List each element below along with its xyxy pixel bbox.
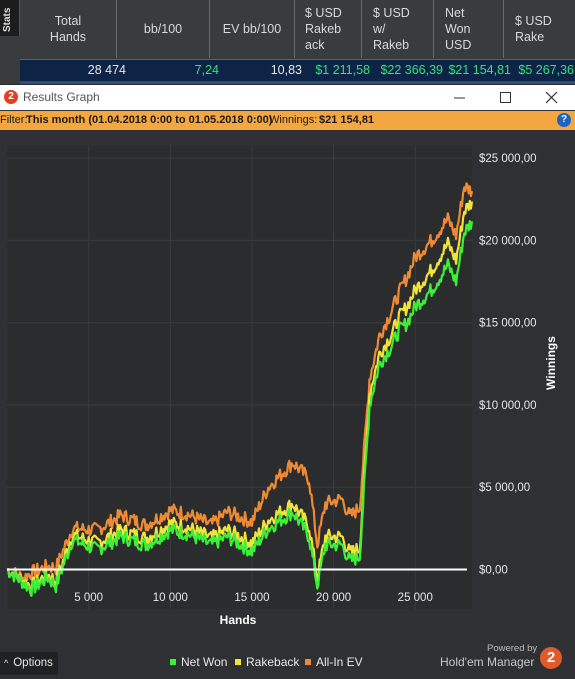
stats-summary-row[interactable]: 28 474 7,24 10,83 $1 211,58 $22 366,39 $… <box>20 59 575 82</box>
y-tick-label: $0,00 <box>479 565 508 577</box>
legend-label: All-In EV <box>316 655 363 669</box>
legend-label: Net Won <box>181 655 228 669</box>
column-header-usd-with-rakeback[interactable]: $ USD w/ Rakeb <box>363 0 434 58</box>
legend-net-won[interactable]: Net Won <box>170 655 227 669</box>
legend-swatch <box>235 658 241 665</box>
x-tick-label: 25 000 <box>398 592 433 604</box>
holdem-manager-logo: 2 <box>540 647 562 669</box>
stat-net-won-usd: $21 154,81 <box>448 63 511 77</box>
column-header-total-hands[interactable]: Total Hands <box>20 0 117 58</box>
legend-all-in-ev[interactable]: All-In EV <box>305 655 363 669</box>
legend-rakeback[interactable]: Rakeback <box>235 655 299 669</box>
stat-total-hands: 28 474 <box>87 63 126 77</box>
powered-by-text: Powered by <box>487 643 538 654</box>
x-axis-title: Hands <box>220 613 257 627</box>
row-divider <box>20 81 575 84</box>
x-tick-label: 5 000 <box>74 592 103 604</box>
stat-ev-bb100: 10,83 <box>270 63 302 77</box>
y-tick-label: $5 000,00 <box>479 482 530 494</box>
stats-tab[interactable]: Stats <box>0 0 20 36</box>
y-tick-label: $10 000,00 <box>479 400 537 412</box>
y-tick-label: $20 000,00 <box>479 235 537 247</box>
column-header-usd-rakeback[interactable]: $ USD Rakeb ack <box>295 0 362 58</box>
x-tick-label: 10 000 <box>153 592 188 604</box>
column-header-ev-bb100[interactable]: EV bb/100 <box>210 0 295 58</box>
legend-swatch <box>170 658 176 665</box>
stat-usd-rake: $5 267,36 <box>518 63 574 77</box>
y-tick-label: $25 000,00 <box>479 153 537 165</box>
column-header-net-won-usd[interactable]: Net Won USD <box>435 0 504 58</box>
options-label: Options <box>13 657 53 669</box>
stat-bb100: 7,24 <box>194 63 219 77</box>
legend-label: Rakeback <box>246 655 300 669</box>
legend-swatch <box>305 658 311 665</box>
stat-usd-rakeback: $1 211,58 <box>315 63 370 77</box>
brand-name: Hold'em Manager <box>440 655 535 669</box>
column-header-usd-rake[interactable]: $ USD Rake <box>505 0 575 58</box>
results-graph-window: 2 Results Graph Filter: This month (01.0… <box>0 85 575 679</box>
stats-tab-label: Stats <box>2 7 13 32</box>
x-tick-label: 20 000 <box>316 592 351 604</box>
options-button[interactable]: ^ Options <box>0 652 58 675</box>
column-header-bb100[interactable]: bb/100 <box>117 0 210 58</box>
stats-panel: Stats Total Hands bb/100 EV bb/100 $ USD… <box>0 0 575 84</box>
y-axis-title: Winnings <box>544 336 558 390</box>
stat-usd-with-rakeback: $22 366,39 <box>380 63 443 77</box>
y-tick-label: $15 000,00 <box>479 318 537 330</box>
chevron-up-icon: ^ <box>4 658 9 668</box>
x-tick-label: 15 000 <box>234 592 269 604</box>
results-chart[interactable]: 5 000 10 000 15 000 20 000 25 000 $0,00 $5 000… <box>0 85 575 679</box>
